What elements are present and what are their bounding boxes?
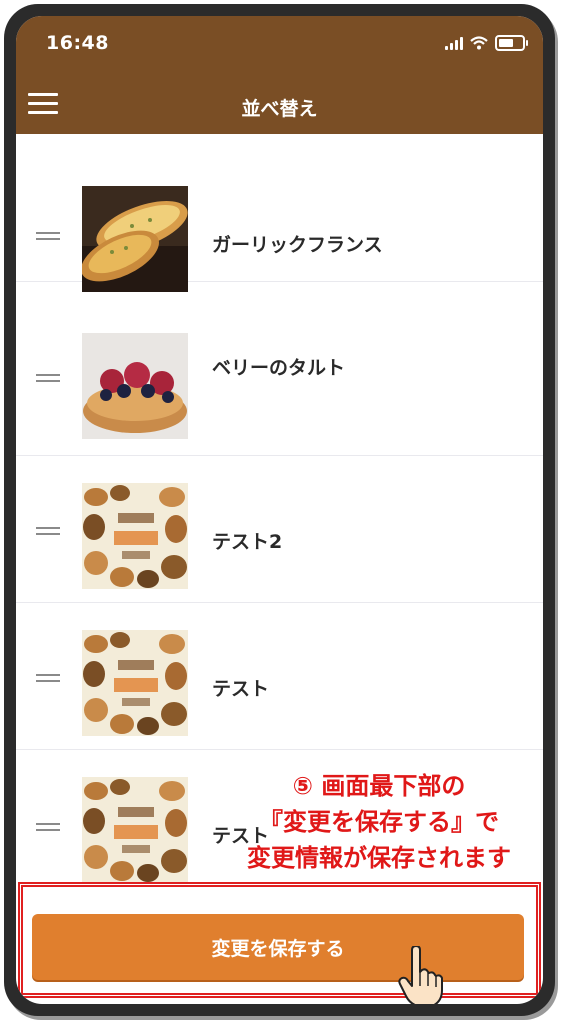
drag-handle-icon[interactable] — [36, 232, 60, 242]
berry-tart-photo — [82, 333, 188, 439]
bread-poster-photo — [82, 630, 188, 736]
battery-icon — [495, 35, 528, 51]
item-label: テスト2 — [212, 531, 283, 553]
status-icons — [445, 34, 528, 52]
garlic-bread-photo — [82, 186, 188, 292]
annotation-line: ⑤ 画面最下部の — [292, 772, 466, 800]
phone-frame: 16:48 並べ替え ガーリックフランス ベリーのタルト テスト2 テスト テス… — [4, 4, 555, 1016]
app-header: 16:48 並べ替え — [16, 16, 543, 134]
pointing-hand-icon — [398, 946, 443, 1004]
signal-icon — [445, 36, 463, 50]
list-item[interactable]: テスト2 — [16, 455, 543, 603]
bread-poster-photo — [82, 777, 188, 883]
app-screen: 16:48 並べ替え ガーリックフランス ベリーのタルト テスト2 テスト テス… — [16, 16, 543, 1004]
wifi-icon — [470, 36, 488, 50]
item-label: ガーリックフランス — [212, 234, 383, 256]
item-label: ベリーのタルト — [212, 357, 346, 379]
item-label: テスト — [212, 678, 270, 700]
bread-poster-photo — [82, 483, 188, 589]
annotation-line: 『変更を保存する』で — [259, 808, 499, 836]
page-title: 並べ替え — [241, 98, 318, 120]
drag-handle-icon[interactable] — [36, 823, 60, 833]
instruction-annotation: ⑤ 画面最下部の 『変更を保存する』で 変更情報が保存されます — [214, 768, 543, 876]
list-item[interactable]: ベリーのタルト — [16, 308, 543, 456]
status-time: 16:48 — [46, 32, 109, 54]
annotation-line: 変更情報が保存されます — [247, 844, 511, 872]
drag-handle-icon[interactable] — [36, 374, 60, 384]
list-item[interactable]: テスト — [16, 602, 543, 750]
list-item[interactable]: ガーリックフランス — [16, 134, 543, 292]
save-changes-button[interactable]: 変更を保存する — [32, 914, 524, 980]
drag-handle-icon[interactable] — [36, 527, 60, 537]
drag-handle-icon[interactable] — [36, 674, 60, 684]
